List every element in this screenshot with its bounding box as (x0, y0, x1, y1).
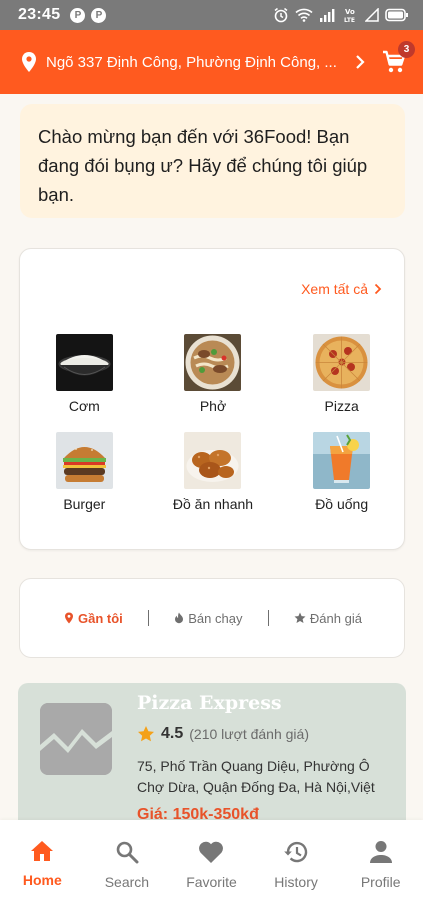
svg-text:LTE: LTE (344, 17, 355, 23)
filter-tab-rating[interactable]: Đánh giá (294, 611, 362, 626)
app-notification-icon: P (70, 7, 86, 23)
volte-icon: VoLTE (344, 8, 355, 23)
fried-chicken-image (184, 432, 242, 489)
cocktail-image (313, 432, 371, 489)
cart-count-badge: 3 (398, 41, 415, 58)
restaurant-filter-tabs: Gần tôi Bán chạy Đánh giá (19, 578, 405, 658)
app-notification-icon: P (91, 7, 107, 23)
category-label: Pizza (324, 398, 359, 414)
see-all-link[interactable]: Xem tất cả (301, 281, 382, 297)
filter-label: Đánh giá (309, 610, 362, 626)
welcome-message: Chào mừng bạn đến với 36Food! Bạn đang đ… (38, 126, 368, 205)
person-icon (369, 841, 392, 863)
pho-bowl-image (184, 334, 242, 391)
home-icon (31, 841, 54, 861)
category-label: Phở (199, 398, 227, 414)
wifi-icon (295, 8, 313, 22)
restaurant-card[interactable]: Pizza Express 4.5 (210 lượt đánh giá) 75… (18, 683, 406, 833)
nav-label: Favorite (186, 874, 237, 890)
category-label: Đồ uống (315, 496, 369, 512)
rating-value: 4.5 (161, 725, 184, 742)
category-item-drinks[interactable]: Đồ uống (277, 432, 406, 512)
nav-item-search[interactable]: Search (85, 840, 169, 912)
category-item-fast-food[interactable]: Đồ ăn nhanh (149, 432, 278, 512)
svg-text:Vo: Vo (345, 8, 355, 16)
nav-label: History (274, 874, 318, 890)
nav-label: Profile (360, 874, 401, 890)
category-section: Xem tất cả Cơm Phở Pizza Burger Đồ ăn nh… (19, 248, 405, 550)
nav-item-history[interactable]: History (254, 840, 338, 912)
welcome-banner: Chào mừng bạn đến với 36Food! Bạn đang đ… (20, 104, 405, 218)
filter-tab-best-selling[interactable]: Bán chạy (174, 611, 242, 626)
star-icon (294, 612, 306, 623)
divider (267, 610, 269, 626)
signal-empty-icon (365, 8, 379, 22)
filter-label: Bán chạy (188, 610, 243, 626)
star-icon (138, 726, 154, 742)
status-time: 23:45 (18, 6, 61, 23)
burger-image (55, 432, 113, 489)
restaurant-address: 75, Phố Trần Quang Diệu, Phường Ô Chợ Dừ… (137, 758, 375, 795)
category-item-pho[interactable]: Phở (149, 334, 278, 414)
status-app-icons: P P (70, 7, 107, 23)
history-icon (284, 841, 308, 863)
nav-item-profile[interactable]: Profile (339, 840, 423, 912)
pizza-image (313, 334, 371, 391)
search-icon (116, 841, 139, 864)
rice-bowl-image (55, 334, 113, 391)
bottom-navigation: Home Search Favorite History Profile (0, 820, 423, 912)
chevron-right-icon (374, 283, 382, 295)
flame-icon (175, 612, 184, 624)
filter-tab-near-me[interactable]: Gần tôi (64, 611, 123, 626)
signal-icon (320, 9, 335, 22)
cart-button[interactable]: 3 (379, 41, 415, 77)
restaurant-rating: 4.5 (210 lượt đánh giá) (137, 725, 309, 743)
restaurant-name: Pizza Express (137, 692, 282, 714)
heart-icon (199, 841, 224, 863)
status-system-icons: Vo LTE (273, 7, 409, 23)
nav-item-favorite[interactable]: Favorite (169, 840, 253, 912)
rating-count: (210 lượt đánh giá) (189, 726, 309, 742)
location-pin-icon (65, 612, 73, 624)
category-grid: Cơm Phở Pizza Burger Đồ ăn nhanh Đồ uống (20, 334, 406, 512)
divider (148, 610, 150, 626)
category-item-com[interactable]: Cơm (20, 334, 149, 414)
location-pin-icon (22, 52, 36, 72)
see-all-label: Xem tất cả (301, 281, 368, 297)
delivery-address[interactable]: Ngõ 337 Định Công, Phường Định Công, ... (46, 54, 341, 71)
category-label: Burger (63, 496, 106, 512)
category-label: Đồ ăn nhanh (172, 496, 254, 512)
category-item-pizza[interactable]: Pizza (277, 334, 406, 414)
category-item-burger[interactable]: Burger (20, 432, 149, 512)
nav-label: Search (104, 874, 150, 890)
chevron-right-icon[interactable] (353, 54, 367, 70)
filter-label: Gần tôi (78, 610, 123, 626)
nav-item-home[interactable]: Home (0, 840, 84, 912)
alarm-icon (274, 7, 288, 23)
category-label: Cơm (68, 398, 100, 414)
address-bar[interactable]: Ngõ 337 Định Công, Phường Định Công, ...… (0, 30, 423, 94)
status-bar: 23:45 P P Vo LTE (0, 0, 423, 30)
battery-icon (385, 8, 408, 22)
nav-label: Home (22, 872, 62, 888)
image-placeholder-icon (40, 703, 112, 775)
